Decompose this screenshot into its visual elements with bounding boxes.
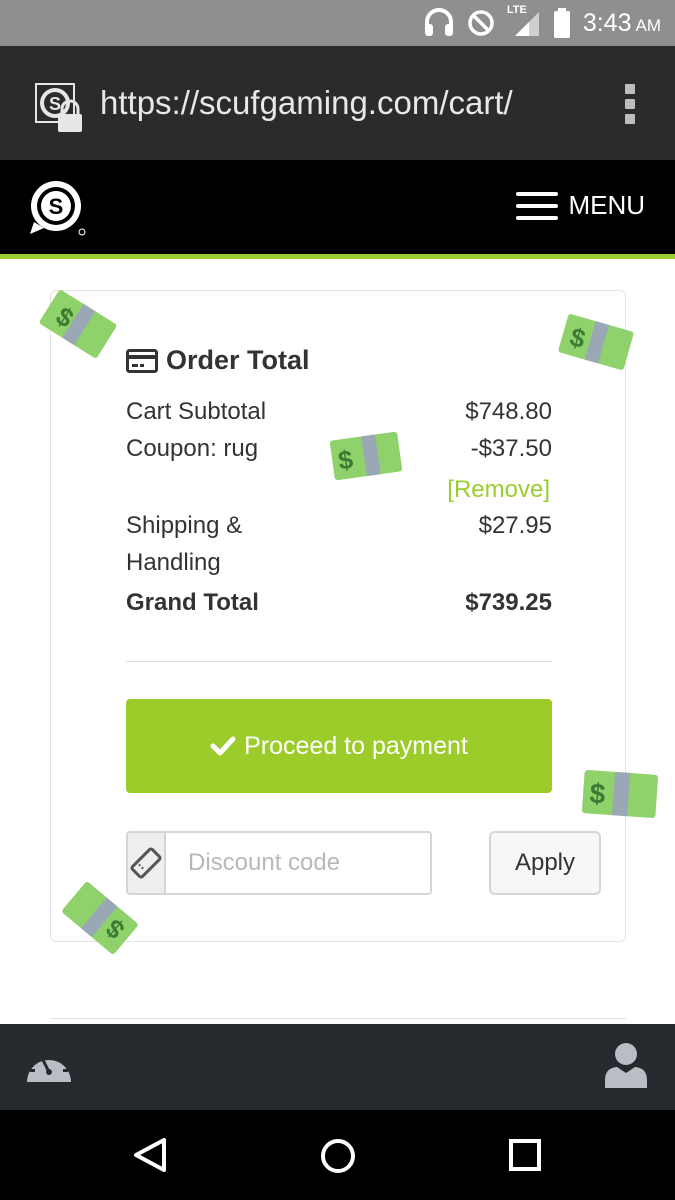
ticket-icon	[130, 847, 162, 879]
site-header: S MENU	[0, 160, 675, 254]
money-with-wings-icon: $	[329, 431, 403, 481]
clock-ampm: AM	[635, 15, 662, 35]
do-not-disturb-icon	[468, 10, 494, 36]
shipping-row: Shipping & Handling $27.95	[126, 507, 552, 581]
grand-total-row: Grand Total $739.25	[126, 584, 552, 621]
dashboard-gauge-icon[interactable]	[24, 1042, 74, 1090]
bottom-app-bar	[0, 1024, 675, 1110]
back-icon[interactable]	[132, 1136, 168, 1174]
svg-text:$: $	[589, 778, 607, 810]
home-icon[interactable]	[320, 1138, 356, 1174]
menu-button[interactable]: MENU	[516, 190, 645, 221]
headset-icon	[424, 8, 453, 36]
order-total-title: Order Total	[166, 345, 310, 375]
secure-site-icon[interactable]: S	[34, 82, 86, 134]
discount-code-group	[126, 831, 432, 895]
checkmark-icon	[210, 736, 236, 756]
discount-code-input[interactable]	[166, 833, 430, 893]
clock-time: 3:43	[582, 8, 632, 37]
shipping-label-line2: Handling	[126, 549, 221, 576]
header-accent-line	[0, 254, 675, 259]
cart-subtotal-label: Cart Subtotal	[126, 398, 267, 425]
svg-text:S: S	[49, 194, 64, 219]
status-bar: LTE 3:43 AM	[0, 0, 675, 46]
scuf-logo[interactable]: S	[26, 178, 88, 236]
summary-divider	[126, 661, 552, 662]
remove-coupon-link[interactable]: [Remove]	[447, 471, 550, 508]
lower-divider	[50, 1018, 626, 1019]
proceed-label: Proceed to payment	[244, 731, 468, 760]
hamburger-icon	[516, 191, 559, 220]
overflow-menu-icon[interactable]	[623, 84, 637, 124]
discount-addon	[128, 833, 166, 893]
apply-discount-button[interactable]: Apply	[489, 831, 601, 895]
system-nav-bar	[0, 1110, 675, 1200]
menu-label: MENU	[568, 190, 645, 220]
order-total-card: Order Total Cart Subtotal $748.80 Coupon…	[50, 290, 626, 942]
shipping-label-line1: Shipping &	[126, 512, 243, 539]
grand-total-label: Grand Total	[126, 589, 259, 616]
status-clock: 3:43 AM	[583, 9, 661, 38]
battery-icon	[553, 8, 570, 38]
coupon-label: Coupon: rug	[126, 435, 259, 462]
status-icons: LTE 3:43 AM	[423, 0, 661, 46]
credit-card-icon	[126, 348, 158, 373]
user-account-icon[interactable]	[603, 1040, 649, 1090]
svg-text:S: S	[49, 94, 61, 114]
browser-address-bar: S https://scufgaming.com/cart/	[0, 46, 675, 160]
proceed-to-payment-button[interactable]: Proceed to payment	[126, 699, 552, 793]
shipping-value: $27.95	[478, 512, 552, 539]
coupon-value: -$37.50	[470, 435, 552, 462]
recent-apps-icon[interactable]	[508, 1138, 542, 1172]
order-total-heading: Order Total	[126, 345, 310, 376]
url-text[interactable]: https://scufgaming.com/cart/	[100, 84, 513, 122]
cart-subtotal-row: Cart Subtotal $748.80	[126, 393, 552, 430]
grand-total-value: $739.25	[465, 589, 552, 616]
lte-signal-icon: LTE	[507, 4, 541, 38]
shipping-label: Shipping & Handling	[126, 507, 242, 581]
money-with-wings-icon: $	[581, 770, 659, 818]
cart-subtotal-value: $748.80	[465, 398, 552, 425]
